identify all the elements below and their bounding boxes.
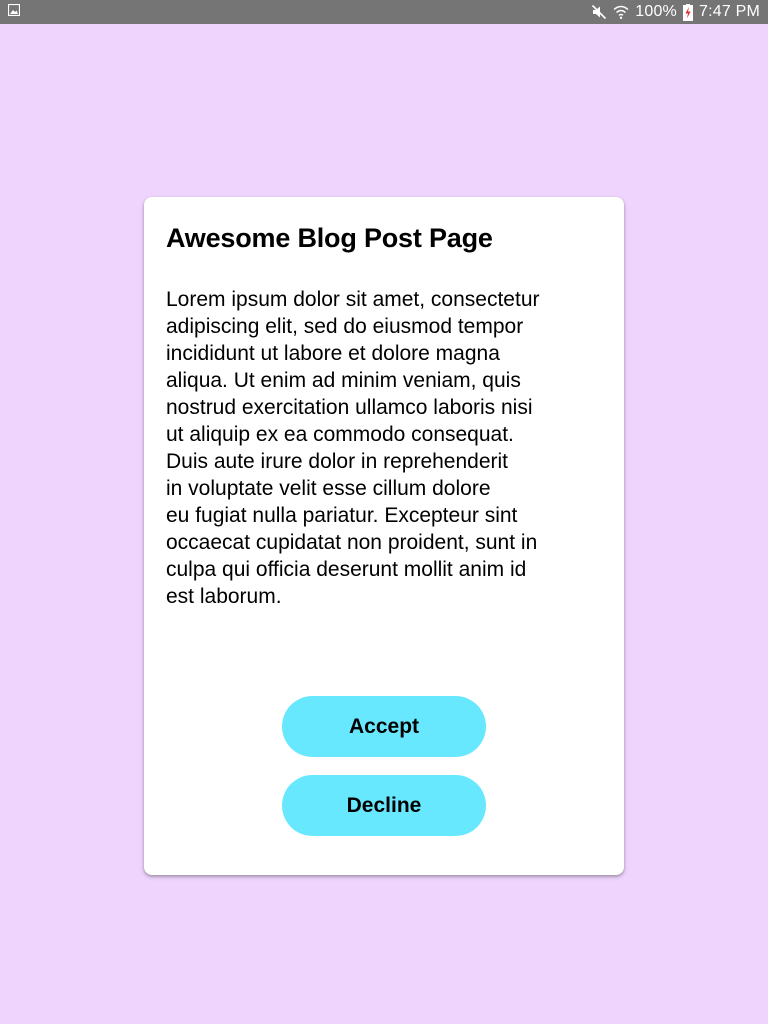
- dialog-card: Awesome Blog Post Page Lorem ipsum dolor…: [144, 197, 624, 875]
- image-notification-icon: [7, 3, 21, 21]
- mute-icon: [591, 4, 607, 20]
- wifi-icon: [613, 4, 629, 20]
- dialog-body-text: Lorem ipsum dolor sit amet, consectetur …: [166, 288, 540, 608]
- status-bar: 100% 7:47 PM: [0, 0, 768, 24]
- status-right: 100% 7:47 PM: [591, 0, 760, 24]
- decline-button[interactable]: Decline: [282, 775, 486, 836]
- status-left: [7, 3, 21, 21]
- dialog-title: Awesome Blog Post Page: [166, 223, 493, 253]
- battery-percent: 100%: [635, 3, 677, 20]
- accept-button[interactable]: Accept: [282, 696, 486, 757]
- clock: 7:47 PM: [699, 3, 760, 20]
- battery-charging-icon: [683, 3, 693, 21]
